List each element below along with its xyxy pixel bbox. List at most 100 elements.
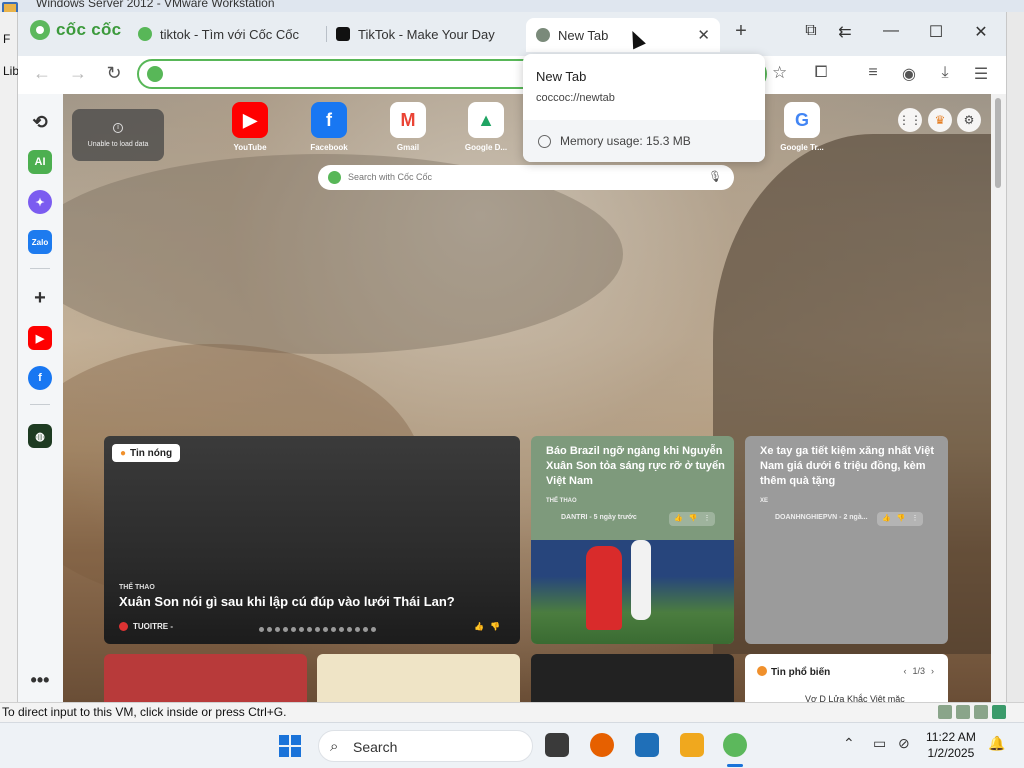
thumbs-down-icon[interactable]: 👎	[490, 622, 500, 631]
download-icon[interactable]: ⤓	[934, 64, 956, 82]
news-card-main[interactable]: ● Tin nóng THỂ THAO Xuân Son nói gì sau …	[104, 436, 520, 644]
chevron-right-icon[interactable]: ›	[931, 666, 934, 676]
news-card-image-missing[interactable]	[317, 654, 520, 702]
popular-news-card: Tin phổ biến ‹ 1/3 › Vợ D Lửa Khắc Việt …	[745, 654, 948, 702]
customize-icon[interactable]: ⚙	[957, 108, 981, 132]
photos-icon[interactable]	[635, 733, 659, 757]
back-arrows-icon[interactable]: ⇇	[834, 22, 856, 42]
vm-right-strip	[1006, 12, 1024, 702]
thumbs-down-icon[interactable]: 👎	[689, 514, 698, 524]
reaction-buttons[interactable]: 👍 👎 ⋮	[877, 512, 924, 526]
windows-start-icon[interactable]	[279, 735, 301, 757]
page-scrollbar[interactable]	[991, 94, 1006, 702]
youtube-icon[interactable]: ▶	[28, 326, 52, 350]
more-options-icon[interactable]: ⋮	[703, 514, 710, 524]
zalo-icon[interactable]: Zalo	[28, 230, 52, 254]
weather-widget[interactable]: i Unable to load data	[72, 109, 164, 161]
back-icon[interactable]: ←	[30, 63, 54, 84]
clock[interactable]: 11:22 AM 1/2/2025	[926, 729, 976, 761]
tab-tiktok[interactable]: TikTok - Make Your Day	[326, 18, 526, 50]
news-card-brazil[interactable]: Báo Brazil ngỡ ngàng khi Nguyễn Xuân Son…	[531, 436, 734, 644]
story-title[interactable]: Xuân Son nói gì sau khi lập cú đúp vào l…	[119, 594, 455, 609]
extensions-icon[interactable]: ⧠	[810, 64, 832, 82]
carousel-dots[interactable]	[259, 627, 376, 632]
task-view-icon[interactable]	[545, 733, 569, 757]
ntp-search-input[interactable]	[348, 169, 688, 185]
ntp-search-box[interactable]: 🎙	[318, 165, 734, 190]
tuoitre-logo-icon	[119, 622, 128, 631]
close-window-icon[interactable]: ✕	[970, 22, 992, 42]
coccoc-2024-icon[interactable]: ◍	[28, 424, 52, 448]
taskbar-search[interactable]: ⌕ Search	[318, 730, 533, 762]
reaction-buttons[interactable]: 👍 👎 ⋮	[669, 512, 716, 526]
display-icon[interactable]: ▭	[873, 735, 886, 752]
scrollbar-thumb[interactable]	[995, 98, 1001, 188]
speed-dial-google-drive[interactable]: ▲ Google D...	[456, 102, 516, 152]
reaction-buttons[interactable]: 👍 👎	[474, 622, 500, 631]
new-tab-button[interactable]: +	[730, 20, 752, 43]
messenger-icon[interactable]: ✦	[28, 190, 52, 214]
tab-label: tiktok - Tìm với Cốc Cốc	[160, 26, 300, 42]
story-title[interactable]: Báo Brazil ngỡ ngàng khi Nguyễn Xuân Son…	[546, 444, 726, 489]
firefox-icon[interactable]	[590, 733, 614, 757]
history-icon[interactable]: ⟲	[28, 110, 52, 134]
more-icon[interactable]: •••	[28, 668, 52, 692]
badge-label: Tin nóng	[130, 447, 173, 459]
speed-dial-youtube[interactable]: ▶ YouTube	[220, 102, 280, 152]
maximize-icon[interactable]: ☐	[925, 22, 947, 42]
thumbs-up-icon[interactable]: 👍	[674, 514, 683, 524]
fire-icon: ●	[120, 447, 127, 459]
speed-dial-google-translate[interactable]: G Google Tr...	[772, 102, 832, 152]
info-icon: i	[113, 123, 123, 133]
usb-icon[interactable]	[992, 705, 1006, 719]
tab-new-tab[interactable]: New Tab ✕	[526, 18, 720, 52]
tiktok-icon	[336, 27, 350, 41]
media-queue-icon[interactable]: ≡	[862, 64, 884, 82]
popular-title: Tin phổ biến	[771, 667, 831, 678]
ai-assistant-icon[interactable]: AI	[28, 150, 52, 174]
source-label: TUOITRE -	[133, 622, 173, 631]
add-panel-icon[interactable]: +	[28, 286, 52, 310]
popular-pager[interactable]: ‹ 1/3 ›	[903, 666, 934, 676]
forward-icon[interactable]: →	[66, 63, 90, 84]
microphone-icon[interactable]: 🎙	[708, 170, 722, 183]
story-category: THỂ THAO	[546, 498, 577, 504]
vm-menu-fragment[interactable]: F	[3, 32, 10, 46]
more-options-icon[interactable]: ⋮	[911, 514, 918, 524]
profile-icon[interactable]: ◉	[898, 64, 920, 84]
facebook-icon[interactable]: f	[28, 366, 52, 390]
story-title[interactable]: Xe tay ga tiết kiệm xăng nhất Việt Nam g…	[760, 444, 940, 489]
minimize-icon[interactable]: —	[880, 22, 902, 40]
coccoc-logo[interactable]: cốc cốc	[30, 20, 121, 40]
chevron-up-icon[interactable]: ⌃	[843, 735, 855, 752]
apps-grid-icon[interactable]: ⋮⋮	[898, 108, 922, 132]
speed-dial-gmail[interactable]: M Gmail	[378, 102, 438, 152]
vmware-icon[interactable]	[680, 733, 704, 757]
network-icon[interactable]	[974, 705, 988, 719]
notification-bell-icon[interactable]: 🔔	[988, 735, 1005, 752]
news-card-dark[interactable]	[531, 654, 734, 702]
reload-icon[interactable]: ↻	[102, 63, 126, 84]
vm-device-icons[interactable]	[938, 705, 1006, 719]
news-card-football[interactable]	[104, 654, 307, 702]
thumbs-up-icon[interactable]: 👍	[882, 514, 891, 524]
close-tab-icon[interactable]: ✕	[697, 26, 710, 44]
chevron-left-icon[interactable]: ‹	[903, 666, 906, 676]
player-figure	[586, 546, 622, 630]
cd-icon[interactable]	[956, 705, 970, 719]
taskbar: ⌕ Search ⌃ ▭ ⊘ 11:22 AM 1/2/2025 🔔	[0, 722, 1024, 768]
thumbs-down-icon[interactable]: 👎	[897, 514, 906, 524]
network-off-icon[interactable]: ⊘	[898, 735, 910, 752]
menu-icon[interactable]: ☰	[970, 64, 992, 84]
news-card-scooter[interactable]: Xe tay ga tiết kiệm xăng nhất Việt Nam g…	[745, 436, 948, 644]
popular-item[interactable]: Vợ D Lửa Khắc Việt mặc	[805, 694, 905, 702]
coccoc-taskbar-icon[interactable]	[723, 733, 747, 757]
rewards-crown-icon[interactable]: ♛	[928, 108, 952, 132]
tab-tiktok-search[interactable]: tiktok - Tìm với Cốc Cốc	[128, 18, 326, 50]
speed-dial-facebook[interactable]: f Facebook	[299, 102, 359, 152]
thumbs-up-icon[interactable]: 👍	[474, 622, 484, 631]
hdd-icon[interactable]	[938, 705, 952, 719]
bookmark-star-icon[interactable]: ☆	[772, 63, 787, 83]
screenshot-icon[interactable]: ⧉	[800, 22, 822, 40]
page-indicator: 1/3	[912, 666, 925, 676]
